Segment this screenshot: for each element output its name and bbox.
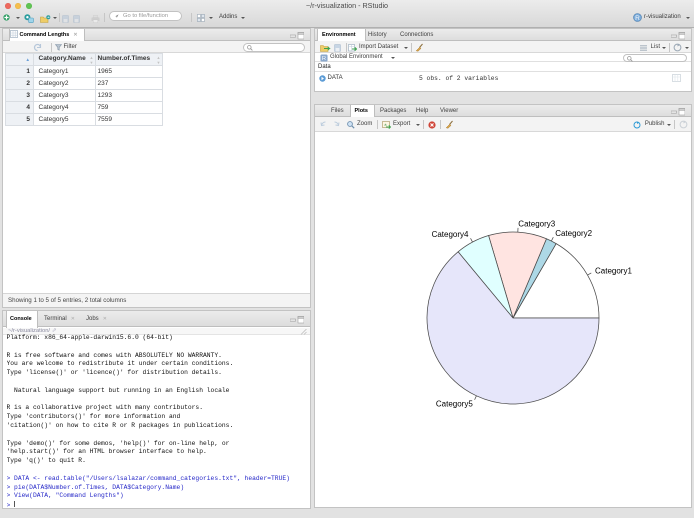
svg-text:Category5: Category5 <box>436 399 473 408</box>
svg-text:Category1: Category1 <box>595 266 632 275</box>
svg-text:R: R <box>635 15 640 22</box>
svg-text:Category4: Category4 <box>432 230 469 239</box>
svg-text:R: R <box>322 56 326 62</box>
svg-text:Category3: Category3 <box>518 219 555 228</box>
svg-text:Category2: Category2 <box>555 229 592 238</box>
